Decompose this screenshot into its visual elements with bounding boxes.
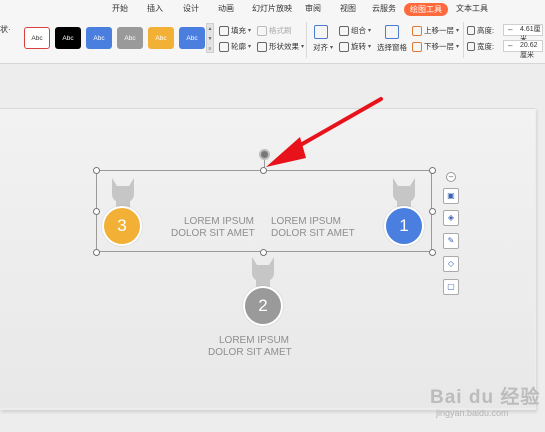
watermark-sub: jingyan.baidu.com — [436, 408, 509, 418]
baidu-jingyan-watermark: Bai du 经验 jingyan.baidu.com — [420, 368, 544, 430]
watermark-main: Bai du 经验 — [430, 387, 541, 408]
